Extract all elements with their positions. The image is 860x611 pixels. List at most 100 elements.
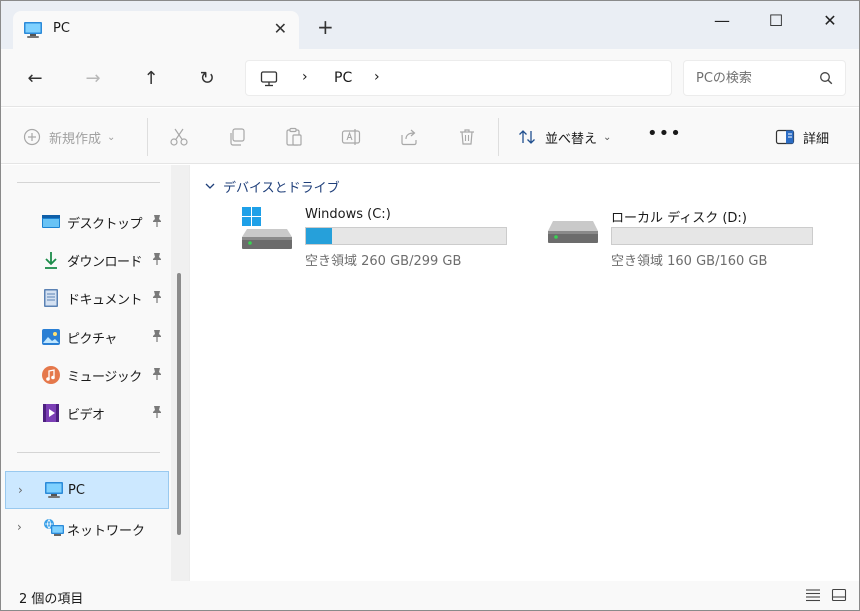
- pin-icon[interactable]: [151, 405, 163, 423]
- sidebar-item-documents[interactable]: ドキュメント: [41, 286, 171, 310]
- drive-free-space: 空き領域 260 GB/299 GB: [305, 254, 462, 269]
- sort-button[interactable]: 並べ替え ⌄: [517, 126, 611, 148]
- title-bar: PC ✕ + — ☐ ✕: [1, 1, 859, 49]
- drive-name: ローカル ディスク (D:): [611, 211, 747, 226]
- drive-free-space: 空き領域 160 GB/160 GB: [611, 254, 768, 269]
- drive-usage-bar: [611, 227, 813, 245]
- video-icon: [41, 403, 61, 423]
- tab-title: PC: [53, 21, 70, 36]
- content-pane: デバイスとドライブ Windows (C:) 空き領域 260 GB/299 G…: [191, 165, 859, 581]
- breadcrumb-pc[interactable]: PC: [334, 70, 352, 86]
- sidebar-item-label: ドキュメント: [67, 292, 143, 308]
- drive-c[interactable]: Windows (C:) 空き領域 260 GB/299 GB: [241, 205, 521, 275]
- pin-icon[interactable]: [151, 367, 163, 385]
- sidebar-item-label: ミュージック: [67, 369, 142, 385]
- chevron-right-icon[interactable]: ›: [18, 483, 23, 497]
- new-button-label: 新規作成: [49, 131, 102, 147]
- sidebar-item-pc[interactable]: › PC: [5, 471, 169, 509]
- command-bar: 新規作成 ⌄ 並べ替え ⌄ ••• 詳細: [1, 108, 859, 164]
- sidebar-item-videos[interactable]: ビデオ: [41, 401, 171, 425]
- sidebar-scrollbar-thumb[interactable]: [177, 273, 181, 535]
- pin-icon[interactable]: [151, 329, 163, 347]
- copy-button[interactable]: [227, 126, 247, 148]
- back-button[interactable]: ←: [21, 65, 49, 93]
- sidebar-item-label: ダウンロード: [67, 254, 143, 270]
- documents-icon: [41, 288, 61, 308]
- copy-icon: [227, 127, 247, 147]
- cut-button[interactable]: [169, 126, 189, 148]
- chevron-down-icon[interactable]: [205, 179, 215, 194]
- rename-button[interactable]: [341, 126, 361, 148]
- divider: [147, 118, 148, 156]
- pc-icon: [44, 481, 64, 503]
- new-tab-button[interactable]: +: [317, 15, 334, 39]
- paste-button[interactable]: [284, 126, 304, 148]
- refresh-button[interactable]: ↻: [193, 65, 221, 93]
- breadcrumb-chevron-icon[interactable]: ›: [374, 69, 380, 85]
- details-view-icon[interactable]: [805, 588, 821, 606]
- rename-icon: [341, 127, 361, 147]
- item-count: 2 個の項目: [19, 592, 84, 607]
- breadcrumb-chevron-icon[interactable]: ›: [302, 69, 308, 85]
- sidebar-item-label: ピクチャ: [67, 331, 117, 347]
- close-button[interactable]: ✕: [807, 7, 853, 35]
- tab-close-icon[interactable]: ✕: [274, 19, 287, 38]
- delete-button[interactable]: [457, 126, 477, 148]
- forward-button[interactable]: →: [79, 65, 107, 93]
- minimize-button[interactable]: —: [699, 7, 745, 35]
- sidebar-item-network[interactable]: › ネットワーク: [5, 509, 169, 547]
- plus-circle-icon: [23, 128, 41, 146]
- scissors-icon: [169, 127, 189, 147]
- pin-icon[interactable]: [151, 214, 163, 232]
- sort-button-label: 並べ替え: [545, 131, 598, 147]
- tab-pc[interactable]: PC ✕: [13, 11, 299, 49]
- pin-icon[interactable]: [151, 252, 163, 270]
- clipboard-icon: [284, 127, 304, 147]
- maximize-button[interactable]: ☐: [753, 7, 799, 35]
- monitor-icon: [260, 70, 278, 92]
- chevron-down-icon: ⌄: [603, 131, 612, 143]
- pc-icon: [23, 21, 43, 43]
- music-icon: [41, 365, 61, 385]
- search-icon[interactable]: [819, 71, 833, 89]
- drive-icon: [547, 215, 599, 255]
- drive-name: Windows (C:): [305, 207, 391, 222]
- address-bar[interactable]: › PC ›: [245, 60, 672, 96]
- sidebar-item-music[interactable]: ミュージック: [41, 363, 171, 387]
- pictures-icon: [41, 327, 61, 347]
- sidebar-item-downloads[interactable]: ダウンロード: [41, 248, 171, 272]
- sidebar-item-label: デスクトップ: [67, 216, 143, 232]
- tiles-view-icon[interactable]: [831, 588, 847, 606]
- search-input[interactable]: [696, 68, 816, 88]
- file-explorer-window: PC ✕ + — ☐ ✕ ← → ↑ ↻ › PC › PCの検索 新規作成 ⌄…: [0, 0, 860, 611]
- up-button[interactable]: ↑: [137, 65, 165, 93]
- more-options-button[interactable]: •••: [647, 122, 682, 144]
- navigation-pane: デスクトップ ダウンロード ドキュメント ピクチャ ミュージック ビデオ › P…: [1, 165, 190, 581]
- details-pane-button[interactable]: 詳細: [775, 126, 829, 148]
- pin-icon[interactable]: [151, 290, 163, 308]
- sidebar-item-pictures[interactable]: ピクチャ: [41, 325, 171, 349]
- new-button[interactable]: 新規作成 ⌄: [23, 126, 115, 148]
- drive-d[interactable]: ローカル ディスク (D:) 空き領域 160 GB/160 GB: [547, 205, 827, 275]
- group-header[interactable]: デバイスとドライブ: [205, 177, 340, 196]
- divider: [17, 452, 160, 453]
- details-pane-icon: [775, 128, 795, 146]
- share-button[interactable]: [399, 126, 419, 148]
- sidebar-item-label: ビデオ: [67, 407, 105, 423]
- network-icon: [43, 518, 65, 542]
- trash-icon: [457, 127, 477, 147]
- divider: [498, 118, 499, 156]
- divider: [17, 182, 160, 183]
- chevron-right-icon[interactable]: ›: [17, 520, 22, 534]
- sort-icon: [517, 127, 537, 147]
- chevron-down-icon: ⌄: [107, 131, 116, 143]
- search-box[interactable]: [683, 60, 846, 96]
- sidebar-item-label: ネットワーク: [67, 524, 146, 539]
- download-icon: [41, 250, 61, 270]
- sidebar-item-label: PC: [68, 483, 85, 498]
- drive-usage-fill: [306, 228, 332, 244]
- sidebar-item-desktop[interactable]: デスクトップ: [41, 210, 171, 234]
- desktop-icon: [41, 212, 61, 232]
- share-icon: [399, 127, 419, 147]
- status-bar: 2 個の項目: [1, 581, 859, 610]
